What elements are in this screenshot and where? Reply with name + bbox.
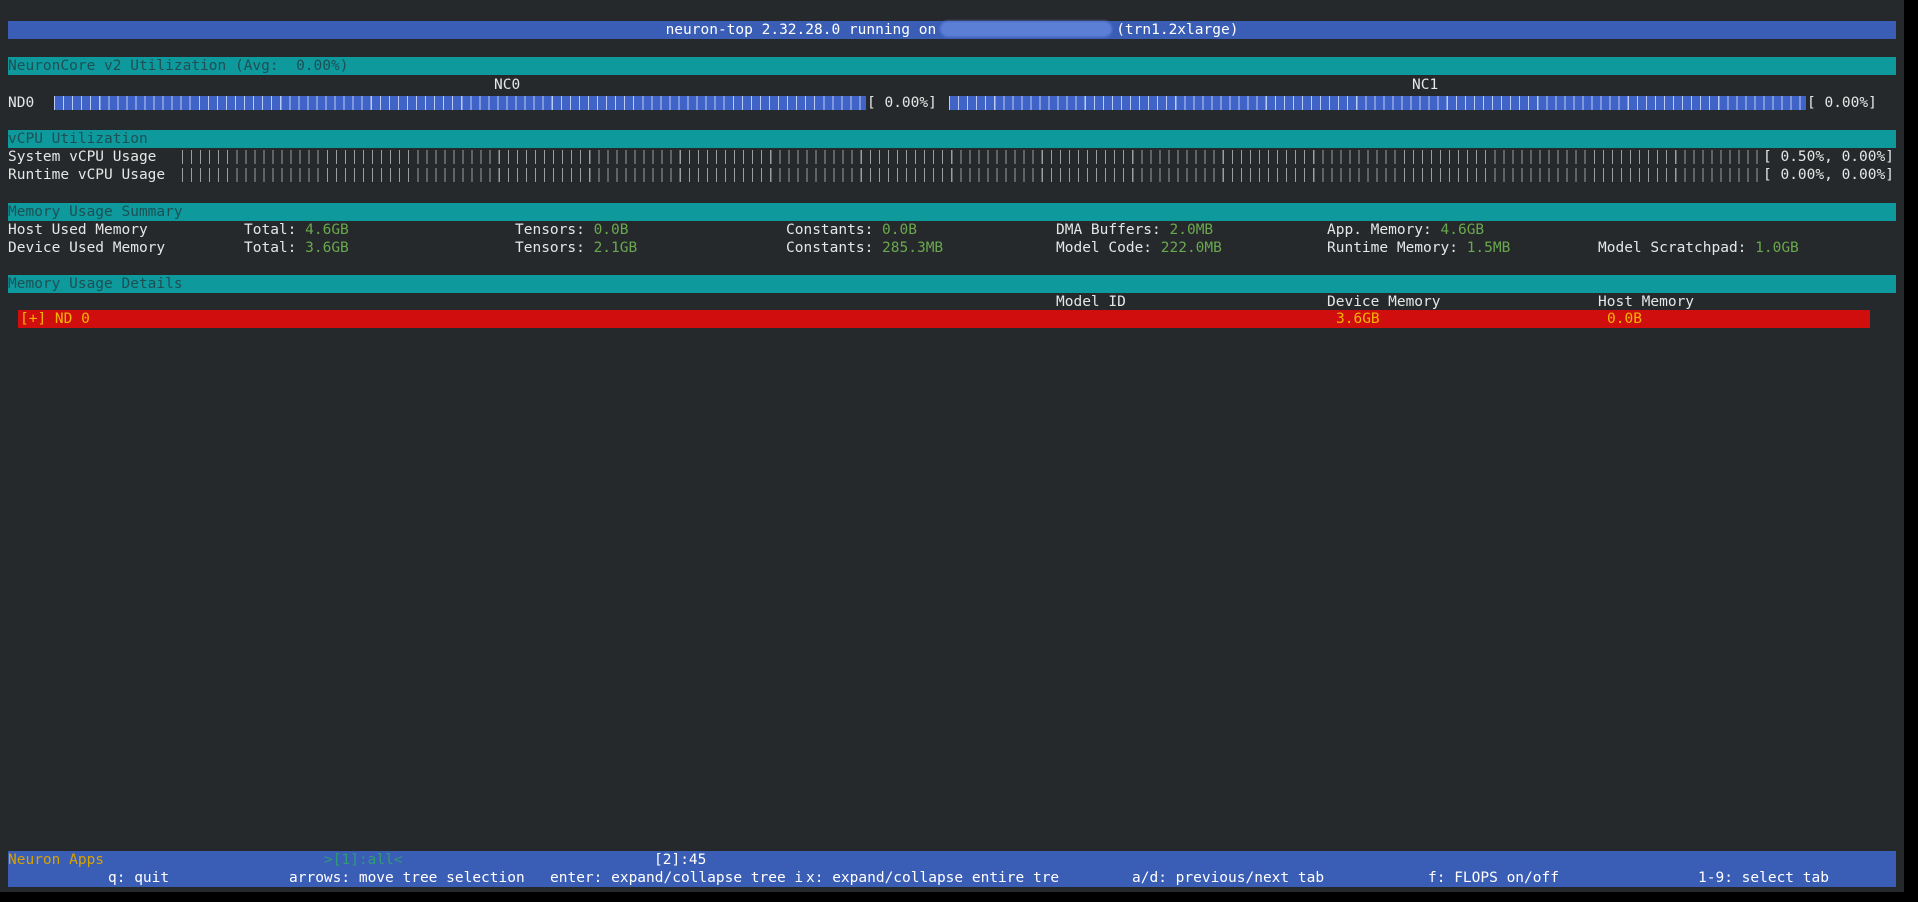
tab-2[interactable]: [2]:45 — [654, 851, 706, 869]
runtime-vcpu-bar — [182, 168, 1762, 182]
runtime-vcpu-value: [ 0.00%, 0.00%] — [1763, 167, 1894, 183]
host-used-memory-label: Host Used Memory — [8, 222, 148, 238]
title-bar: neuron-top 2.32.28.0 running on (trn1.2xl… — [8, 21, 1896, 39]
column-host-memory: Host Memory — [1598, 294, 1695, 310]
device-label: ND0 — [8, 95, 35, 111]
host-tensors-value: 0.0B — [593, 222, 629, 238]
terminal-window: neuron-top 2.32.28.0 running on (trn1.2xl… — [0, 0, 1904, 892]
title-text: neuron-top 2.32.28.0 running on — [665, 22, 937, 38]
nc1-utilization-value: [ 0.00%] — [1807, 95, 1877, 111]
footer-apps-label: Neuron Apps — [8, 852, 105, 868]
tree-row-nd0-host-memory: 0.0B — [1607, 311, 1642, 327]
memory-summary-section-header: Memory Usage Summary — [8, 203, 1896, 221]
device-model-code: Model Code: 222.0MB — [1056, 240, 1222, 256]
hint-expand-all: x: expand/collapse entire tre — [806, 870, 1060, 886]
tree-row-nd0-device-memory: 3.6GB — [1336, 311, 1380, 327]
memory-details-section-header: Memory Usage Details — [8, 275, 1896, 293]
device-scratchpad-value: 1.0GB — [1755, 240, 1799, 256]
footer-bar: Neuron Apps >[1]:all< [2]:45 q: quit arr… — [8, 851, 1896, 887]
device-total: Total: 3.6GB — [244, 240, 349, 256]
nc0-utilization-bar — [54, 96, 866, 110]
instance-type: (trn1.2xlarge) — [1116, 22, 1239, 38]
tree-row-nd0-name: [+] ND 0 — [20, 311, 90, 327]
runtime-vcpu-label: Runtime vCPU Usage — [8, 167, 166, 183]
nc0-utilization-value: [ 0.00%] — [867, 95, 937, 111]
device-runtime-value: 1.5MB — [1466, 240, 1511, 256]
host-tensors: Tensors: 0.0B — [515, 222, 629, 238]
nc0-label: NC0 — [494, 77, 521, 93]
hint-select-tab: 1-9: select tab — [1698, 870, 1829, 886]
host-constants-value: 0.0B — [882, 222, 917, 238]
redacted-hostname — [940, 21, 1113, 37]
system-vcpu-value: [ 0.50%, 0.00%] — [1763, 149, 1894, 165]
system-vcpu-label: System vCPU Usage — [8, 149, 157, 165]
host-dma-value: 2.0MB — [1169, 222, 1214, 238]
device-constants-value: 285.3MB — [882, 240, 944, 256]
hint-arrows: arrows: move tree selection — [289, 870, 525, 886]
nc1-label: NC1 — [1412, 77, 1439, 93]
device-model-code-value: 222.0MB — [1160, 240, 1222, 256]
host-constants: Constants: 0.0B — [786, 222, 917, 238]
host-dma-buffers: DMA Buffers: 2.0MB — [1056, 222, 1214, 238]
tree-row-nd0[interactable]: [+] ND 0 3.6GB 0.0B — [18, 310, 1870, 328]
hint-quit: q: quit — [108, 870, 170, 886]
host-total: Total: 4.6GB — [244, 222, 349, 238]
column-device-memory: Device Memory — [1327, 294, 1441, 310]
hint-flops: f: FLOPS on/off — [1428, 870, 1559, 886]
column-model-id: Model ID — [1056, 294, 1126, 310]
host-total-value: 4.6GB — [305, 222, 349, 238]
device-runtime-memory: Runtime Memory: 1.5MB — [1327, 240, 1511, 256]
vcpu-section-header: vCPU Utilization — [8, 130, 1896, 148]
device-used-memory-label: Device Used Memory — [8, 240, 166, 256]
hint-tab-nav: a/d: previous/next tab — [1132, 870, 1325, 886]
device-total-value: 3.6GB — [305, 240, 349, 256]
hint-enter: enter: expand/collapse tree i — [550, 870, 804, 886]
device-constants: Constants: 285.3MB — [786, 240, 944, 256]
device-model-scratchpad: Model Scratchpad: 1.0GB — [1598, 240, 1799, 256]
device-tensors: Tensors: 2.1GB — [515, 240, 638, 256]
system-vcpu-bar — [182, 150, 1762, 164]
neuroncore-section-header: NeuronCore v2 Utilization (Avg: 0.00%) — [8, 57, 1896, 75]
host-app-memory: App. Memory: 4.6GB — [1327, 222, 1485, 238]
host-app-value: 4.6GB — [1440, 222, 1485, 238]
nc1-utilization-bar — [949, 96, 1806, 110]
device-tensors-value: 2.1GB — [593, 240, 638, 256]
tab-all[interactable]: >[1]:all< — [324, 851, 403, 869]
